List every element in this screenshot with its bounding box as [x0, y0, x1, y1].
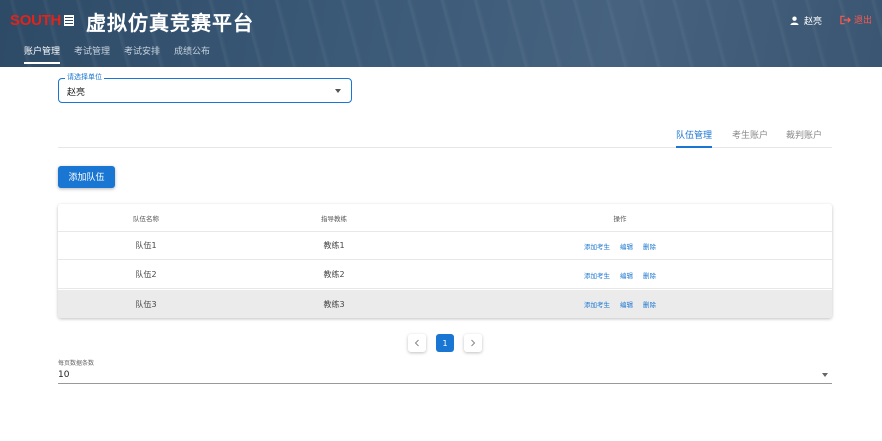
- tab-team-management[interactable]: 队伍管理: [676, 128, 713, 148]
- team-name-cell: 队伍1: [135, 241, 157, 250]
- coach-cell: 教练1: [323, 241, 345, 250]
- nav-item-exam-schedule[interactable]: 考试安排: [124, 44, 160, 64]
- user-icon: [790, 16, 799, 25]
- table-row: 队伍3 教练3 添加考生 编辑 删除: [58, 290, 832, 318]
- column-header-actions: 操作: [613, 214, 627, 223]
- nav-item-account-management[interactable]: 账户管理: [24, 44, 61, 64]
- site-title: 虚拟仿真竞赛平台: [86, 11, 254, 35]
- logo-text: SOUTH: [10, 12, 62, 29]
- main-nav: 账户管理 考试管理 考试安排 成绩公布: [24, 44, 224, 64]
- username: 赵亮: [803, 17, 822, 27]
- app-header: SOUTH 虚拟仿真竞赛平台 赵亮 退出 账户管理 考试管理 考试安排 成绩公布: [0, 0, 882, 67]
- add-candidate-link[interactable]: 添加考生: [584, 270, 610, 280]
- add-candidate-link[interactable]: 添加考生: [584, 299, 610, 309]
- add-candidate-link[interactable]: 添加考生: [584, 241, 610, 251]
- unit-select-label: 请选择单位: [65, 73, 104, 82]
- team-table: 队伍名称 指导教练 操作 队伍1 教练1 添加考生 编辑 删除 队伍2 教练2 …: [58, 204, 832, 318]
- caret-down-icon: [335, 89, 341, 93]
- edit-link[interactable]: 编辑: [620, 270, 633, 280]
- table-header-row: 队伍名称 指导教练 操作: [58, 204, 832, 232]
- actions-cell: 添加考生 编辑 删除: [434, 232, 806, 259]
- delete-link[interactable]: 删除: [643, 299, 656, 309]
- logo: SOUTH: [10, 12, 75, 29]
- logo-mark-icon: [64, 15, 75, 26]
- team-name-cell: 队伍3: [135, 299, 157, 309]
- logout-icon: [840, 15, 851, 24]
- edit-link[interactable]: 编辑: [620, 241, 633, 251]
- rows-per-page-select[interactable]: 每页数据条数 10: [58, 358, 832, 384]
- table-row: 队伍2 教练2 添加考生 编辑 删除: [58, 261, 832, 289]
- logout-label: 退出: [853, 16, 872, 26]
- table-row: 队伍1 教练1 添加考生 编辑 删除: [58, 232, 832, 260]
- nav-item-score-publish[interactable]: 成绩公布: [174, 44, 210, 64]
- delete-link[interactable]: 删除: [643, 241, 656, 251]
- chevron-right-icon: [471, 339, 476, 347]
- edit-link[interactable]: 编辑: [620, 299, 633, 309]
- column-header-team-name: 队伍名称: [133, 214, 159, 223]
- prev-page-button[interactable]: [408, 334, 426, 352]
- logout-button[interactable]: 退出: [840, 13, 872, 26]
- delete-link[interactable]: 删除: [643, 270, 656, 280]
- unit-select-value: 赵亮: [67, 88, 86, 98]
- tab-candidate-accounts[interactable]: 考生账户: [732, 128, 768, 148]
- user-menu[interactable]: 赵亮: [790, 14, 822, 27]
- nav-item-exam-management[interactable]: 考试管理: [74, 44, 110, 64]
- page-button-current[interactable]: 1: [436, 334, 454, 352]
- coach-cell: 教练2: [323, 270, 345, 279]
- chevron-left-icon: [414, 339, 419, 347]
- rows-per-page-value: 10: [58, 370, 70, 380]
- next-page-button[interactable]: [464, 334, 482, 352]
- actions-cell: 添加考生 编辑 删除: [434, 261, 806, 288]
- rows-per-page-label: 每页数据条数: [58, 360, 95, 367]
- coach-cell: 教练3: [323, 299, 345, 309]
- tab-judge-accounts[interactable]: 裁判账户: [786, 128, 822, 148]
- caret-down-icon: [822, 373, 828, 377]
- add-team-button[interactable]: 添加队伍: [58, 166, 115, 188]
- unit-select[interactable]: 请选择单位 赵亮: [58, 73, 352, 103]
- column-header-coach: 指导教练: [321, 214, 347, 223]
- pagination: 1: [408, 334, 492, 352]
- team-name-cell: 队伍2: [135, 270, 157, 279]
- actions-cell: 添加考生 编辑 删除: [434, 290, 806, 318]
- account-tabs: 队伍管理 考生账户 裁判账户: [58, 122, 832, 148]
